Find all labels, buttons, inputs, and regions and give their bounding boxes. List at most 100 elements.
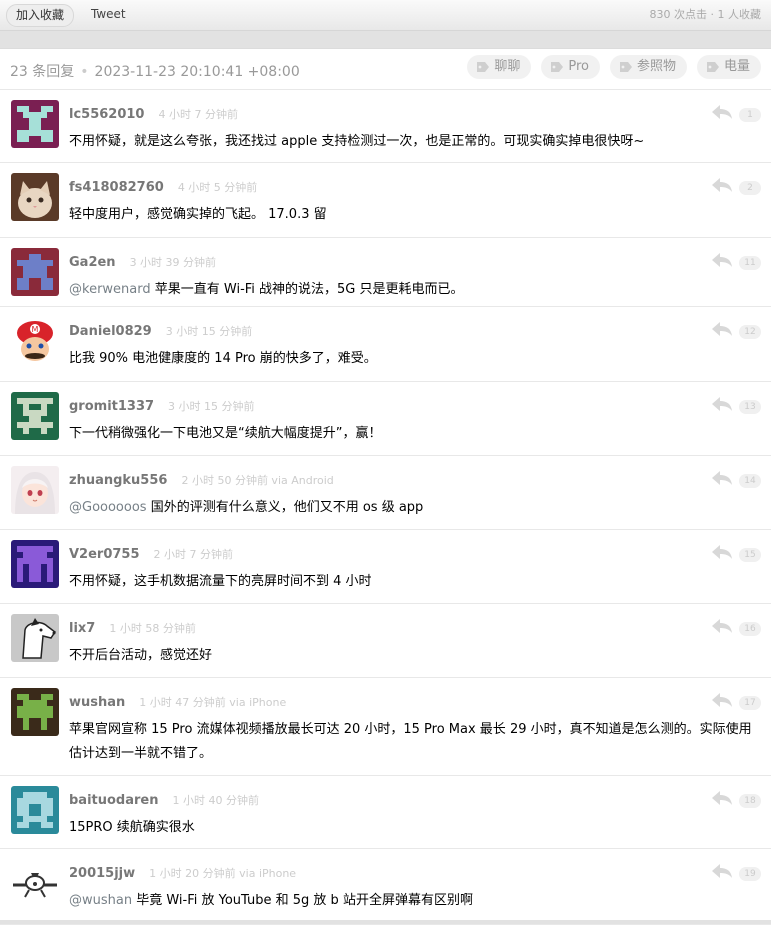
avatar[interactable] bbox=[11, 100, 59, 148]
username[interactable]: V2er0755 bbox=[69, 547, 140, 562]
mention-link[interactable]: @kerwenard bbox=[69, 282, 151, 297]
reply-content: @wushan 毕竟 Wi-Fi 放 YouTube 和 5g 放 b 站开全屏… bbox=[69, 889, 757, 913]
reply-row: 20015jjw 1 小时 20 分钟前 via iPhone @wushan 毕… bbox=[0, 849, 771, 925]
replies-header: 23 条回复 • 2023-11-23 20:10:41 +08:00 聊聊 Pro… bbox=[0, 49, 771, 90]
reply-content: 苹果官网宣称 15 Pro 流媒体视频播放最长可达 20 小时，15 Pro M… bbox=[69, 718, 757, 766]
pixel-avatar-violet-icon bbox=[11, 540, 59, 588]
reply-arrow-icon[interactable] bbox=[711, 321, 733, 337]
reply-text: 苹果官网宣称 15 Pro 流媒体视频播放最长可达 20 小时，15 Pro M… bbox=[69, 722, 752, 761]
reply-time: 4 小时 7 分钟前 bbox=[158, 108, 238, 121]
username[interactable]: 20015jjw bbox=[69, 866, 135, 881]
mention-link[interactable]: @wushan bbox=[69, 893, 132, 908]
pixel-avatar-olive-icon bbox=[11, 688, 59, 736]
username[interactable]: zhuangku556 bbox=[69, 473, 167, 488]
reply-content: 不用怀疑，这手机数据流量下的亮屏时间不到 4 小时 bbox=[69, 570, 757, 594]
topbar: 加入收藏 Tweet 830 次点击 · 1 人收藏 bbox=[0, 0, 771, 31]
reply-row: M Daniel0829 3 小时 15 分钟前 比我 90% 电池健康度的 14… bbox=[0, 307, 771, 382]
reply-arrow-icon[interactable] bbox=[711, 470, 733, 486]
avatar[interactable] bbox=[11, 614, 59, 662]
username[interactable]: wushan bbox=[69, 695, 125, 710]
avatar[interactable] bbox=[11, 688, 59, 736]
reply-arrow-icon[interactable] bbox=[711, 544, 733, 560]
avatar[interactable] bbox=[11, 540, 59, 588]
avatar[interactable] bbox=[11, 466, 59, 514]
floor-number: 17 bbox=[739, 696, 761, 710]
gap bbox=[0, 31, 771, 48]
reply-row: zhuangku556 2 小时 50 分钟前 via Android @Gooo… bbox=[0, 456, 771, 530]
reply-content: 轻中度用户，感觉确实掉的飞起。 17.0.3 留 bbox=[69, 203, 757, 227]
tag-icon bbox=[477, 62, 490, 72]
reply-count: 23 条回复 bbox=[10, 64, 75, 80]
mention-link[interactable]: @Goooooos bbox=[69, 500, 147, 515]
reply-content: 不开后台活动，感觉还好 bbox=[69, 644, 757, 668]
reply-arrow-icon[interactable] bbox=[711, 692, 733, 708]
reply-arrow-icon[interactable] bbox=[711, 104, 733, 120]
floor-number: 19 bbox=[739, 867, 761, 881]
reply-time: 1 小时 20 分钟前 via iPhone bbox=[149, 867, 297, 880]
pixel-avatar-teal-icon bbox=[11, 786, 59, 834]
reply-time: 3 小时 15 分钟前 bbox=[165, 325, 253, 338]
tag-label: 聊聊 bbox=[494, 59, 521, 74]
reply-text: 苹果一直有 Wi-Fi 战神的说法，5G 只是更耗电而已。 bbox=[150, 282, 464, 297]
tag-chat[interactable]: 聊聊 bbox=[467, 55, 532, 79]
username[interactable]: lc5562010 bbox=[69, 107, 144, 122]
reply-text: 毕竟 Wi-Fi 放 YouTube 和 5g 放 b 站开全屏弹幕有区别啊 bbox=[132, 893, 473, 908]
username[interactable]: baituodaren bbox=[69, 793, 159, 808]
separator-dot: • bbox=[80, 64, 89, 80]
reply-arrow-icon[interactable] bbox=[711, 863, 733, 879]
tag-label: 参照物 bbox=[636, 59, 676, 74]
reply-arrow-icon[interactable] bbox=[711, 790, 733, 806]
reply-content: @Goooooos 国外的评测有什么意义，他们又不用 os 级 app bbox=[69, 496, 757, 520]
floor-number: 12 bbox=[739, 325, 761, 339]
floor-number: 13 bbox=[739, 400, 761, 414]
reply-content: 比我 90% 电池健康度的 14 Pro 崩的快多了，难受。 bbox=[69, 347, 757, 371]
dog-sketch-avatar-icon bbox=[11, 614, 59, 662]
reply-time: 2 小时 7 分钟前 bbox=[153, 548, 234, 561]
replies-box: 23 条回复 • 2023-11-23 20:10:41 +08:00 聊聊 Pro… bbox=[0, 48, 771, 925]
tag-list: 聊聊 Pro 参照物 电量 bbox=[467, 55, 761, 79]
username[interactable]: gromit1337 bbox=[69, 399, 154, 414]
airplane-avatar-icon bbox=[11, 859, 59, 907]
reply-content: @kerwenard 苹果一直有 Wi-Fi 战神的说法，5G 只是更耗电而已。 bbox=[69, 278, 757, 302]
tag-label: Pro bbox=[568, 59, 589, 74]
avatar[interactable]: M bbox=[11, 317, 59, 365]
avatar[interactable] bbox=[11, 173, 59, 221]
username[interactable]: Ga2en bbox=[69, 255, 116, 270]
reply-row: fs418082760 4 小时 5 分钟前 轻中度用户，感觉确实掉的飞起。 17… bbox=[0, 163, 771, 238]
reply-text: 不开后台活动，感觉还好 bbox=[69, 648, 213, 663]
pixel-avatar-green-icon bbox=[11, 392, 59, 440]
tag-icon bbox=[706, 62, 719, 72]
pixel-avatar-red-blue-icon bbox=[11, 248, 59, 296]
reply-text: 轻中度用户，感觉确实掉的飞起。 17.0.3 留 bbox=[69, 207, 327, 222]
tag-battery[interactable]: 电量 bbox=[696, 55, 761, 79]
tag-reference[interactable]: 参照物 bbox=[609, 55, 687, 79]
reply-arrow-icon[interactable] bbox=[711, 618, 733, 634]
floor-number: 16 bbox=[739, 622, 761, 636]
last-reply-time: 2023-11-23 20:10:41 +08:00 bbox=[94, 64, 300, 80]
username[interactable]: lix7 bbox=[69, 621, 95, 636]
anime-girl-avatar-icon bbox=[11, 466, 59, 514]
avatar[interactable] bbox=[11, 392, 59, 440]
reply-content: 下一代稍微强化一下电池又是“续航大幅度提升”，赢！ bbox=[69, 422, 757, 446]
reply-time: 1 小时 47 分钟前 via iPhone bbox=[139, 696, 287, 709]
reply-arrow-icon[interactable] bbox=[711, 177, 733, 193]
pixel-avatar-purple-icon bbox=[11, 100, 59, 148]
reply-arrow-icon[interactable] bbox=[711, 396, 733, 412]
tag-label: 电量 bbox=[723, 59, 750, 74]
reply-text: 不用怀疑，这手机数据流量下的亮屏时间不到 4 小时 bbox=[69, 574, 372, 589]
tweet-link[interactable]: Tweet bbox=[91, 4, 126, 25]
add-to-favorites-button[interactable]: 加入收藏 bbox=[6, 4, 75, 27]
tag-icon bbox=[551, 62, 564, 72]
reply-time: 3 小时 39 分钟前 bbox=[129, 256, 217, 269]
reply-time: 1 小时 58 分钟前 bbox=[109, 622, 196, 635]
username[interactable]: fs418082760 bbox=[69, 180, 164, 195]
tag-pro[interactable]: Pro bbox=[541, 55, 600, 79]
reply-arrow-icon[interactable] bbox=[711, 252, 733, 268]
reply-text: 比我 90% 电池健康度的 14 Pro 崩的快多了，难受。 bbox=[69, 351, 377, 366]
username[interactable]: Daniel0829 bbox=[69, 324, 152, 339]
avatar[interactable] bbox=[11, 248, 59, 296]
avatar[interactable] bbox=[11, 859, 59, 907]
avatar[interactable] bbox=[11, 786, 59, 834]
floor-number: 2 bbox=[739, 181, 761, 195]
reply-row: gromit1337 3 小时 15 分钟前 下一代稍微强化一下电池又是“续航大幅… bbox=[0, 382, 771, 456]
